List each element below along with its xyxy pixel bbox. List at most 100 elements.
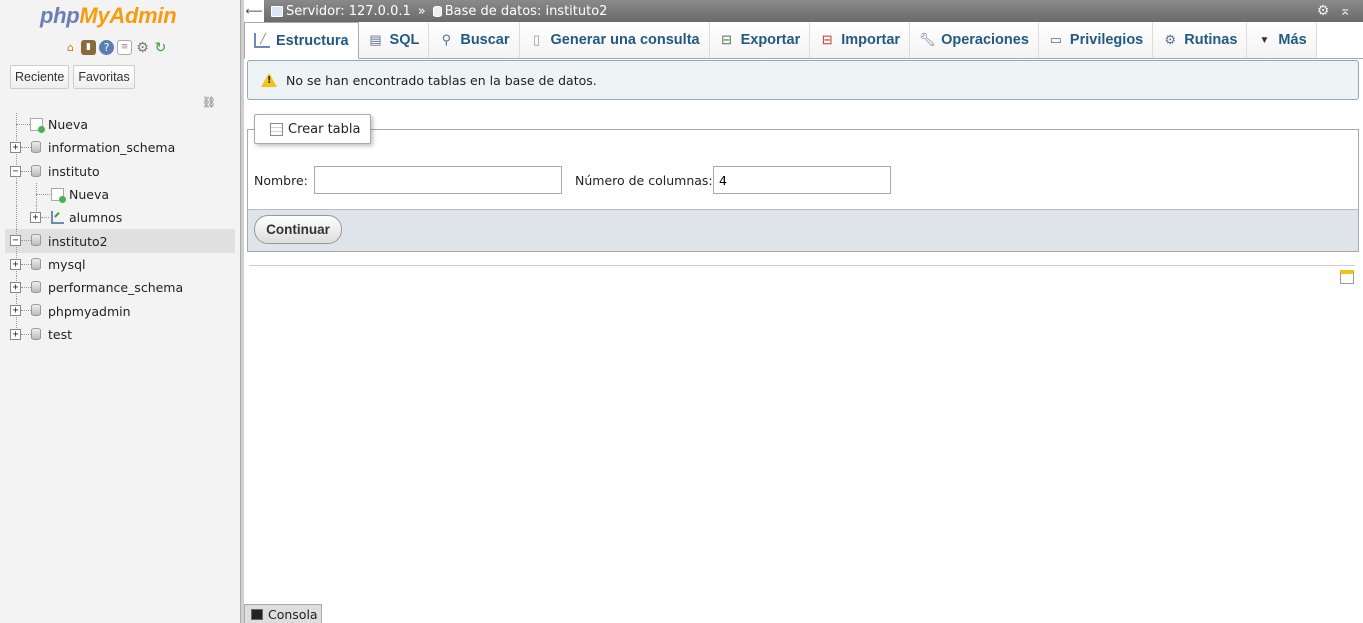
export-icon: ⊟ (721, 32, 733, 47)
tab-rutinas[interactable]: ⚙ Rutinas (1153, 22, 1248, 58)
collapse-sidebar-button[interactable]: ⟵ (244, 0, 264, 22)
notice-text: No se han encontrado tablas en la base d… (286, 72, 597, 88)
divider (249, 265, 1355, 266)
tab-exportar[interactable]: ⊟ Exportar (709, 22, 811, 58)
database-icon (31, 234, 41, 247)
main-tabs: ╱ Estructura ▤ SQL ⚲ Buscar ▯ Generar un… (244, 22, 1363, 59)
server-icon (271, 5, 283, 17)
import-icon: ⊟ (821, 32, 833, 47)
console-toggle[interactable]: Consola (244, 604, 322, 623)
table-name-input[interactable] (314, 166, 562, 194)
search-icon: ⚲ (441, 32, 452, 47)
table-icon (51, 211, 64, 225)
minimize-icon[interactable]: ⌅ (1339, 3, 1351, 19)
structure-icon: ╱ (254, 33, 270, 48)
create-table-legend: Crear tabla (254, 114, 372, 144)
tree-item-new-table[interactable]: Nueva (0, 182, 240, 206)
tree-item-mysql[interactable]: + mysql (0, 252, 240, 276)
tree-item-label: alumnos (69, 210, 123, 226)
new-table-icon (51, 187, 66, 203)
expand-icon[interactable]: + (30, 212, 41, 224)
no-tables-notice: No se han encontrado tablas en la base d… (247, 60, 1359, 100)
collapse-icon[interactable]: − (10, 235, 21, 247)
tab-privilegios[interactable]: ▭ Privilegios (1038, 22, 1154, 58)
collapse-icon[interactable]: − (10, 165, 21, 177)
form-footer (248, 209, 1358, 251)
tree-item-label: Nueva (48, 117, 89, 133)
tree-item-label: phpmyadmin (48, 303, 131, 319)
columns-count-label: Número de columnas: (575, 173, 713, 188)
expand-icon[interactable]: + (10, 258, 21, 270)
tab-estructura[interactable]: ╱ Estructura (244, 22, 359, 59)
panel-resizer[interactable] (240, 0, 244, 623)
tab-importar[interactable]: ⊟ Importar (810, 22, 911, 58)
caret-down-icon: ▼ (1259, 34, 1270, 46)
tree-item-label: performance_schema (48, 280, 184, 296)
tab-operaciones[interactable]: 🔧︎ Operaciones (910, 22, 1039, 58)
console-icon (251, 608, 263, 620)
expand-icon[interactable]: + (10, 142, 21, 154)
tab-sql[interactable]: ▤ SQL (358, 22, 430, 58)
privileges-icon: ▭ (1049, 32, 1063, 47)
help-icon[interactable]: ? (99, 40, 114, 55)
tree-item-label: test (48, 326, 73, 342)
tree-item-alumnos[interactable]: + alumnos (0, 206, 240, 230)
tree-item-label: instituto2 (48, 233, 108, 249)
database-icon (31, 304, 41, 317)
tree-item-performance-schema[interactable]: + performance_schema (0, 276, 240, 300)
tab-mas[interactable]: ▼ Más (1247, 22, 1317, 58)
database-icon (31, 327, 41, 340)
breadcrumb-server-label: Servidor: 127.0.0.1 (286, 3, 411, 19)
topbar-actions: ⚙ ⌅ (1317, 0, 1351, 22)
sql-icon: ▤ (369, 32, 382, 47)
tree-item-phpmyadmin[interactable]: + phpmyadmin (0, 299, 240, 323)
breadcrumb-server[interactable]: Servidor: 127.0.0.1 (271, 4, 411, 19)
tab-buscar[interactable]: ⚲ Buscar (429, 22, 520, 58)
link-icon[interactable]: ⛓ (202, 96, 216, 109)
database-icon (31, 164, 41, 177)
breadcrumb-separator: » (417, 3, 426, 19)
favorites-button[interactable]: Favoritas (73, 65, 135, 89)
tree-item-label: mysql (48, 256, 86, 272)
columns-count-input[interactable] (713, 166, 891, 194)
recent-favorites-tabs: Reciente Favoritas (10, 65, 135, 89)
breadcrumb-database[interactable]: Base de datos: instituto2 (432, 3, 608, 19)
tree-item-instituto2[interactable]: − instituto2 (5, 229, 235, 253)
page-settings-icon[interactable] (1340, 270, 1354, 284)
home-icon[interactable]: ⌂ (63, 40, 78, 55)
gear-icon[interactable]: ⚙ (1317, 3, 1330, 19)
expand-icon[interactable]: + (10, 328, 21, 340)
exit-icon[interactable]: ▮ (81, 40, 96, 55)
continue-button[interactable]: Continuar (254, 215, 342, 244)
database-icon (31, 141, 41, 154)
breadcrumb-database-label: Base de datos: instituto2 (444, 3, 608, 19)
settings-icon[interactable]: ⚙ (135, 40, 150, 55)
tab-generar-consulta[interactable]: ▯ Generar una consulta (519, 22, 710, 58)
expand-icon[interactable]: + (10, 282, 21, 294)
quick-links: ⌂ ▮ ? ≡ ⚙ ↻ (63, 40, 168, 55)
tree-item-label: Nueva (69, 187, 110, 203)
query-icon: ▯ (532, 32, 541, 47)
table-name-label: Nombre: (254, 173, 308, 188)
reload-icon[interactable]: ↻ (153, 40, 168, 55)
database-icon (31, 257, 41, 270)
warning-icon (261, 73, 277, 87)
database-icon (31, 281, 41, 294)
navigation-panel: phpMyAdmin ⌂ ▮ ? ≡ ⚙ ↻ Reciente Favorita… (0, 0, 240, 623)
tree-item-label: instituto (48, 163, 100, 179)
tree-item-new-database[interactable]: Nueva (0, 113, 240, 136)
expand-icon[interactable]: + (10, 305, 21, 317)
database-icon (432, 5, 442, 17)
routines-icon: ⚙ (1164, 32, 1177, 47)
console-label: Consola (268, 606, 318, 622)
recent-button[interactable]: Reciente (10, 65, 70, 89)
tree-item-test[interactable]: + test (0, 322, 240, 346)
tree-item-information-schema[interactable]: + information_schema (0, 136, 240, 160)
docs-icon[interactable]: ≡ (117, 40, 132, 55)
phpmyadmin-logo[interactable]: phpMyAdmin (40, 3, 177, 29)
new-database-icon (30, 118, 45, 133)
tree-item-instituto[interactable]: − instituto (0, 159, 240, 183)
create-table-icon (270, 122, 283, 136)
breadcrumb-bar: ⟵ Servidor: 127.0.0.1 » Base de datos: i… (244, 0, 1363, 22)
database-tree: Nueva + information_schema − instituto N… (0, 113, 240, 346)
